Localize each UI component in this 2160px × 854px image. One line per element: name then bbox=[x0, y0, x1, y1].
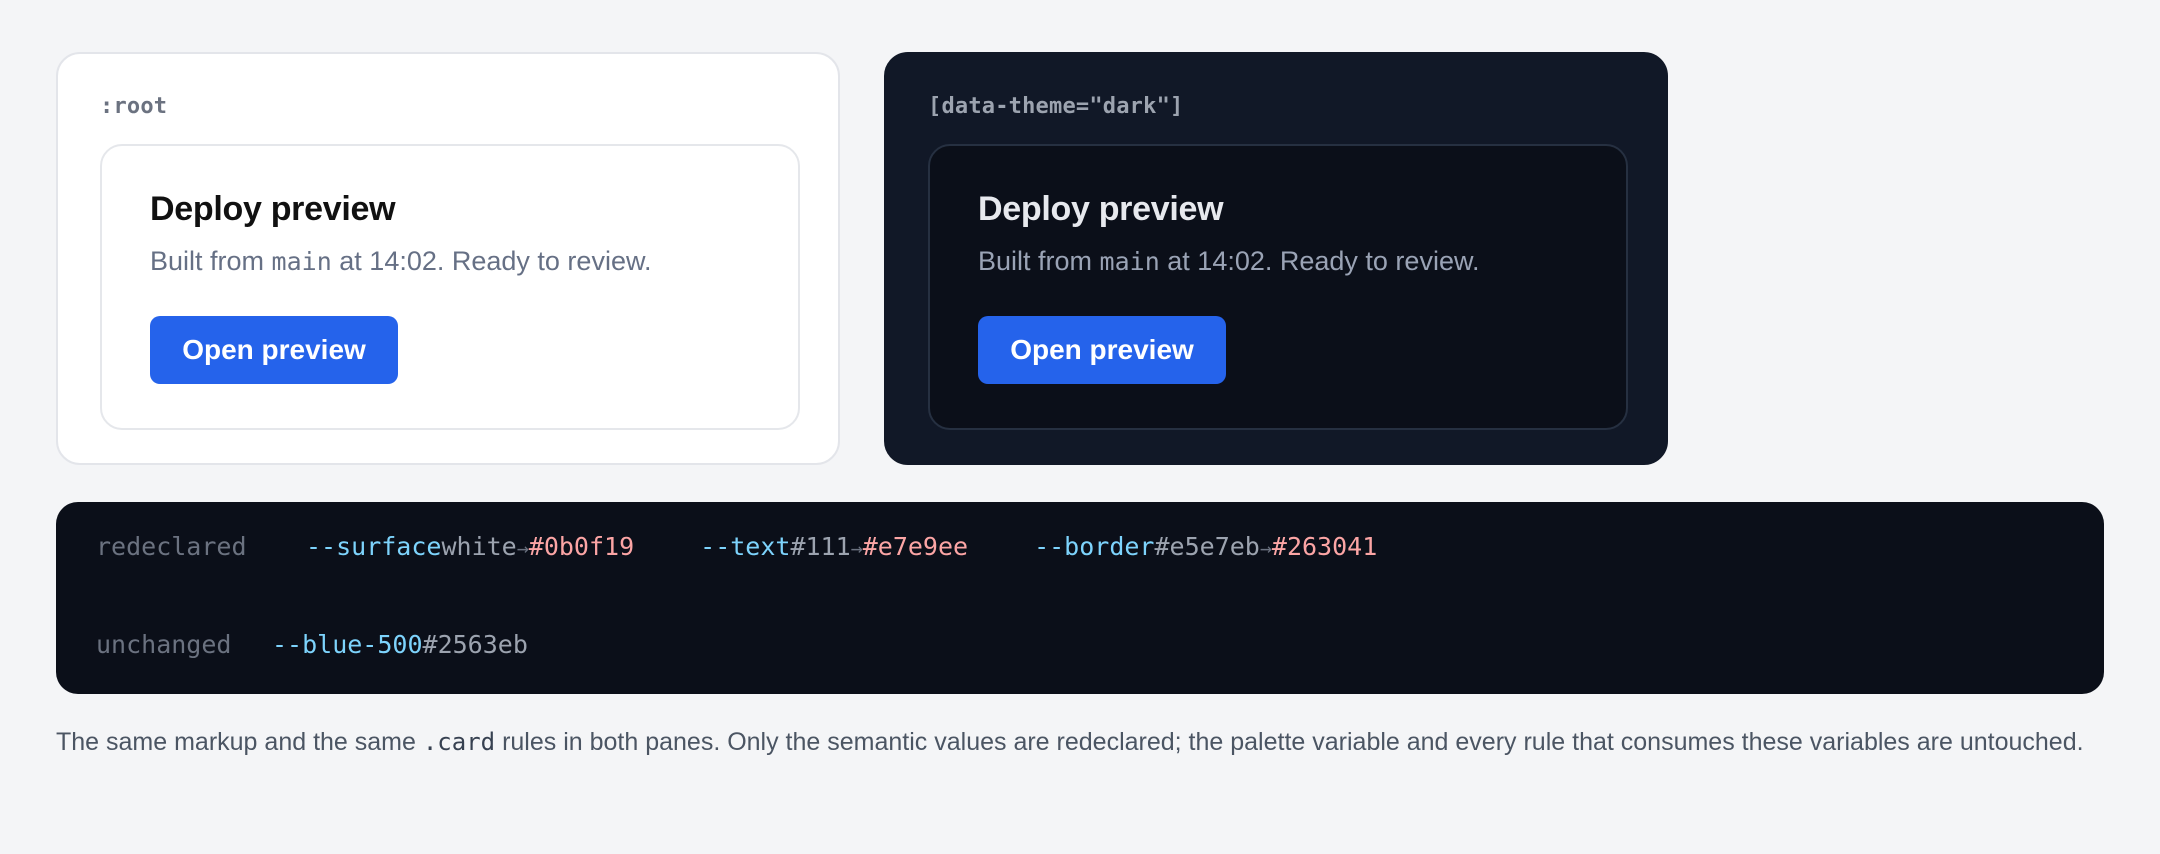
pane-selector-label: [data-theme="dark"] bbox=[928, 94, 1184, 119]
desc-text-after: at 14:02. Ready to review. bbox=[339, 246, 652, 276]
variable-value: #2563eb bbox=[422, 630, 528, 659]
dark-theme-pane: [data-theme="dark"] Deploy preview Built… bbox=[884, 52, 1668, 465]
open-preview-button[interactable]: Open preview bbox=[978, 316, 1226, 384]
new-value: #0b0f19 bbox=[528, 532, 635, 561]
variable-name: --border bbox=[1034, 532, 1155, 561]
old-value: #111 bbox=[790, 532, 851, 561]
branch-name: main bbox=[1099, 247, 1160, 276]
arrow-icon: → bbox=[516, 536, 529, 560]
card-description: Built from main at 14:02. Ready to revie… bbox=[978, 246, 1479, 277]
variable-unchanged: --blue-500 #2563eb bbox=[272, 630, 528, 659]
branch-name: main bbox=[271, 247, 332, 276]
variable-change: --border #e5e7eb → #263041 bbox=[1034, 532, 1377, 561]
footnote-text-before: The same markup and the same bbox=[56, 728, 416, 756]
redeclared-row: redeclared --surface white → #0b0f19 --t… bbox=[96, 532, 1377, 561]
redeclared-label: redeclared bbox=[96, 532, 247, 561]
open-preview-button[interactable]: Open preview bbox=[150, 316, 398, 384]
variable-name: --blue-500 bbox=[272, 630, 423, 659]
deploy-preview-card: Deploy preview Built from main at 14:02.… bbox=[100, 144, 800, 430]
new-value: #263041 bbox=[1271, 532, 1378, 561]
card-title: Deploy preview bbox=[978, 190, 1224, 228]
card-class-code: .card bbox=[422, 728, 496, 756]
unchanged-row: unchanged --blue-500 #2563eb bbox=[96, 630, 528, 659]
desc-text-before: Built from bbox=[150, 246, 265, 276]
desc-text-after: at 14:02. Ready to review. bbox=[1167, 246, 1480, 276]
footnote: The same markup and the same .card rules… bbox=[56, 722, 2116, 762]
pane-selector-label: :root bbox=[100, 94, 168, 119]
desc-text-before: Built from bbox=[978, 246, 1093, 276]
card-description: Built from main at 14:02. Ready to revie… bbox=[150, 246, 651, 277]
footnote-text-after: rules in both panes. Only the semantic v… bbox=[502, 728, 2084, 756]
light-theme-pane: :root Deploy preview Built from main at … bbox=[56, 52, 840, 465]
variable-name: --surface bbox=[306, 532, 442, 561]
variable-name: --text bbox=[700, 532, 791, 561]
old-value: #e5e7eb bbox=[1154, 532, 1260, 561]
arrow-icon: → bbox=[1259, 536, 1272, 560]
new-value: #e7e9ee bbox=[862, 532, 969, 561]
arrow-icon: → bbox=[850, 536, 863, 560]
old-value: white bbox=[441, 532, 517, 561]
card-title: Deploy preview bbox=[150, 190, 396, 228]
variable-change: --surface white → #0b0f19 bbox=[306, 532, 634, 561]
variables-panel: redeclared --surface white → #0b0f19 --t… bbox=[56, 502, 2104, 694]
variable-change: --text #111 → #e7e9ee bbox=[700, 532, 968, 561]
unchanged-label: unchanged bbox=[96, 630, 232, 659]
deploy-preview-card: Deploy preview Built from main at 14:02.… bbox=[928, 144, 1628, 430]
